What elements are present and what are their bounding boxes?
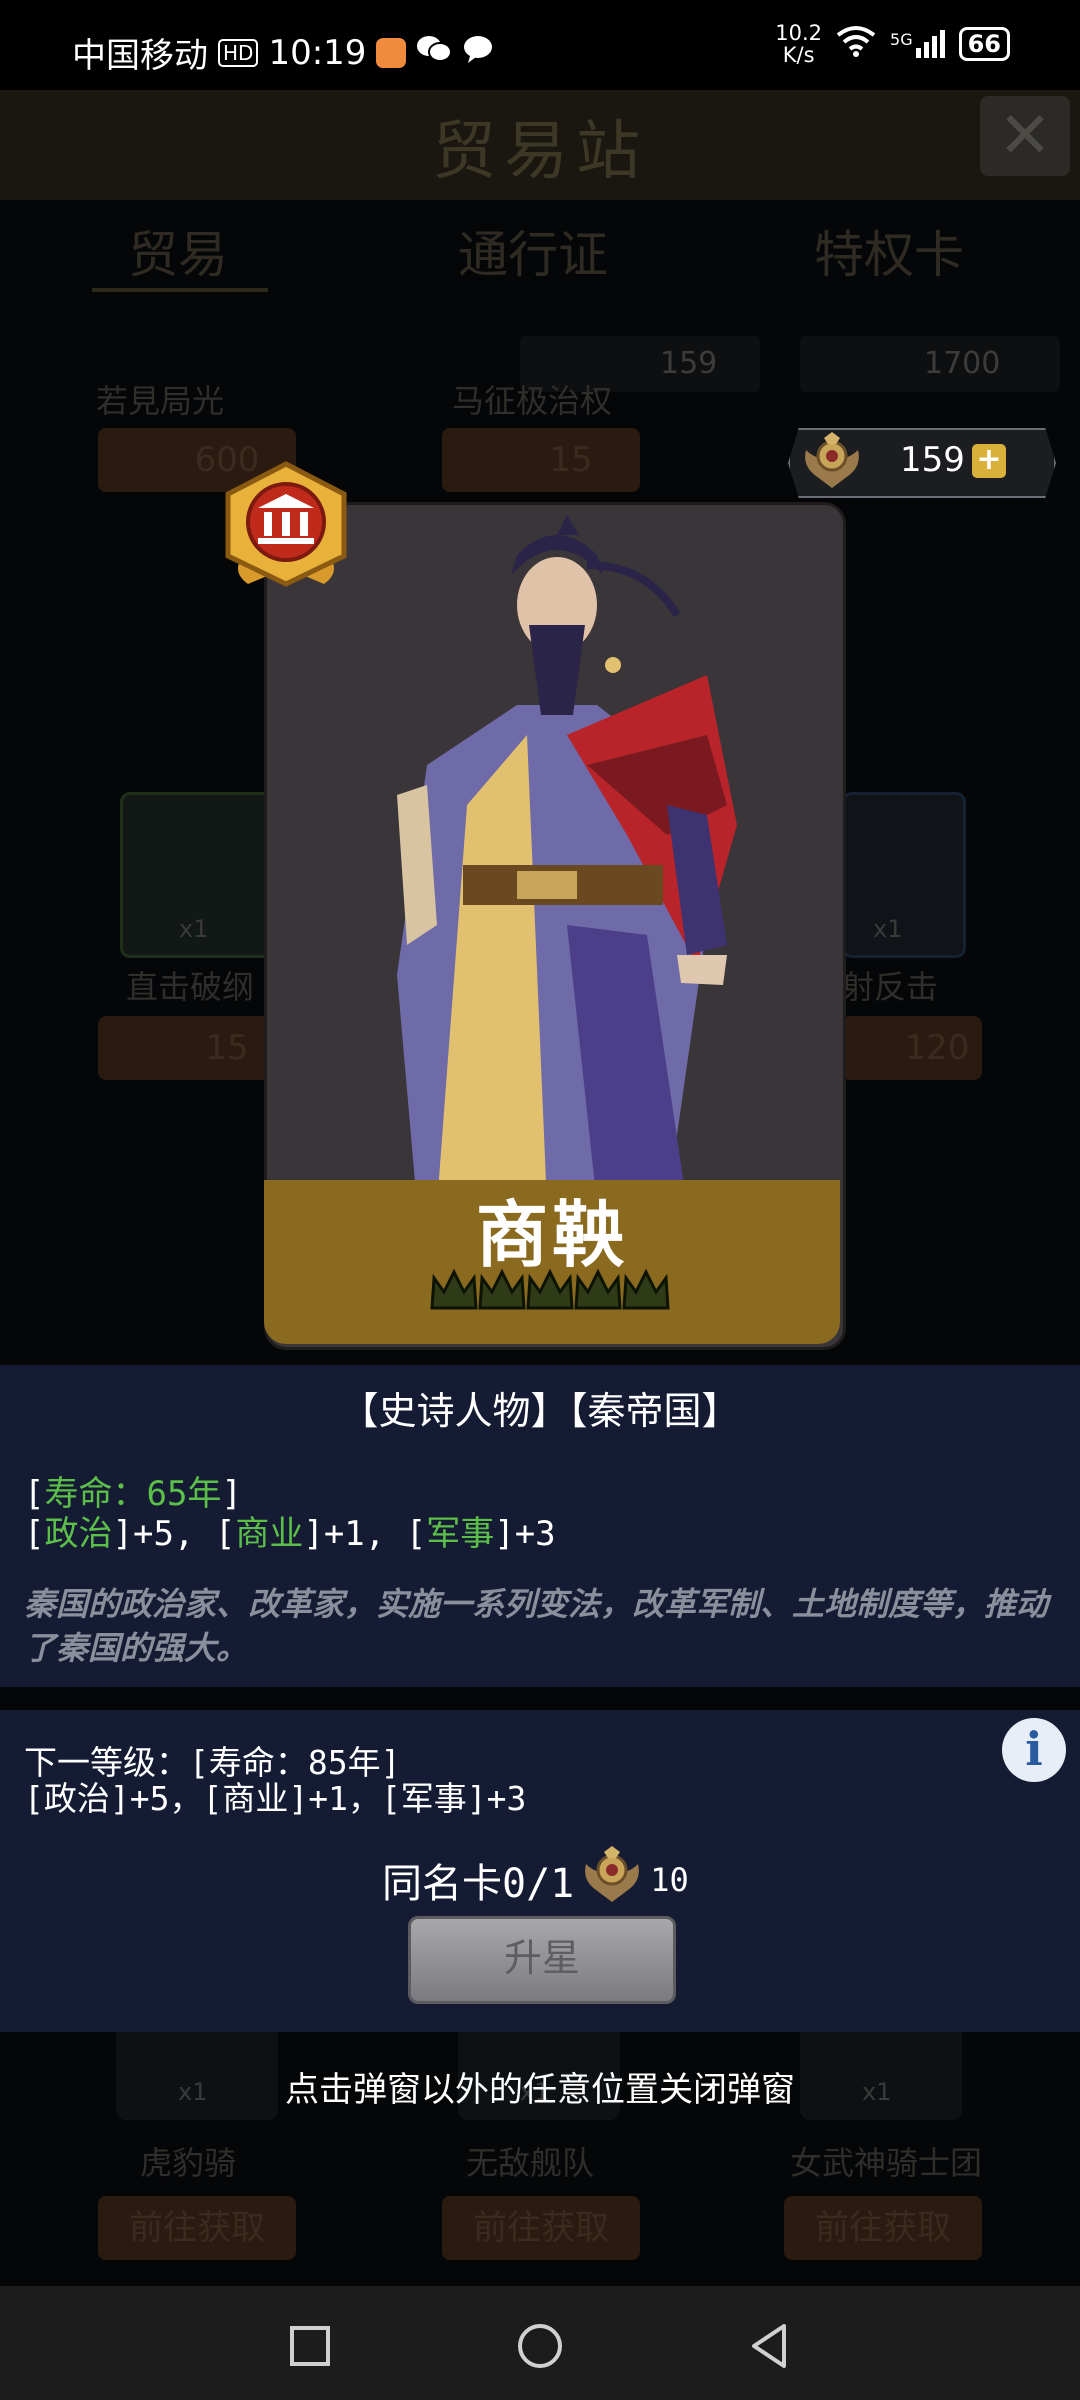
upgrade-star-button[interactable]: 升星	[408, 1916, 676, 2004]
back-button[interactable]	[740, 2316, 800, 2376]
bg-item-label: 若見局光	[96, 382, 225, 420]
character-description: 秦国的政治家、改革家，实施一系列变法，改革军制、土地制度等，推动了秦国的强大。	[24, 1585, 1049, 1667]
net-speed-value: 10.2	[775, 21, 823, 45]
character-name: 商鞅	[475, 1193, 628, 1277]
info-icon[interactable]: i	[1002, 1718, 1066, 1782]
bg-tab-pass[interactable]: 通行证	[458, 215, 608, 287]
bg-tab-underline	[92, 288, 268, 292]
wechat-icon	[416, 33, 453, 73]
net-speed-unit: K/s	[782, 43, 815, 67]
crown-star-icon	[478, 1268, 526, 1310]
attr-politics: 政治	[44, 1514, 113, 1554]
bg-item-price: 15	[549, 440, 593, 480]
museum-building-icon	[218, 460, 354, 590]
same-card-label: 同名卡0/1	[382, 1861, 575, 1907]
status-bar-right: 10.2 K/s 5G 66	[775, 22, 1010, 66]
hd-badge: HD	[218, 38, 259, 67]
bg-item-price: 15	[205, 1028, 249, 1068]
attr-military-value: +3	[514, 1514, 556, 1554]
bg-item-label: 马征极治权	[452, 382, 613, 420]
bg-item-label: 虎豹骑	[140, 2144, 237, 2182]
circle-icon	[518, 2324, 562, 2368]
bg-item-label: 女武神骑士团	[790, 2144, 983, 2182]
bg-get-button[interactable]: 前往获取	[98, 2196, 296, 2260]
currency-value: 159	[900, 440, 965, 480]
add-currency-button[interactable]: +	[972, 444, 1006, 478]
bg-item-label: 直击破纲	[126, 968, 255, 1006]
triangle-back-icon	[752, 2324, 786, 2368]
app-notification-icon	[376, 37, 407, 68]
signal-label: 5G	[890, 30, 913, 49]
plus-icon: +	[976, 442, 1002, 477]
attr-commerce: 商业	[235, 1514, 304, 1554]
next-level-attributes: [政治]+5，[商业]+1，[军事]+3	[24, 1779, 527, 1818]
bg-currency-value-1: 159	[660, 346, 718, 381]
bg-get-button[interactable]: 前往获取	[442, 2196, 640, 2260]
wifi-icon	[836, 25, 876, 63]
bg-item-card: x1	[120, 792, 276, 958]
recent-apps-button[interactable]	[280, 2316, 340, 2376]
crown-star-icon	[574, 1268, 622, 1310]
bg-close-button[interactable]: ✕	[980, 96, 1070, 176]
close-hint: 点击弹窗以外的任意位置关闭弹窗	[285, 2070, 795, 2110]
close-icon: ✕	[998, 99, 1052, 173]
cellular-signal-icon: 5G	[890, 30, 945, 58]
bg-item-price-button[interactable]: 15	[442, 428, 640, 492]
home-button[interactable]	[510, 2316, 570, 2376]
attr-military: 军事	[426, 1514, 495, 1554]
upgrade-cost: 10	[650, 1861, 689, 1899]
status-bar-left: 中国移动 HD 10:19	[72, 28, 494, 77]
bg-tab-trade[interactable]: 贸易	[128, 215, 228, 287]
same-card-requirement: 同名卡0/1 10	[382, 1844, 689, 1916]
bg-item-price: 120	[904, 1028, 970, 1068]
emblem-icon	[800, 430, 864, 496]
bg-item-count: x1	[179, 915, 209, 943]
bg-item-label: 无敌舰队	[466, 2144, 595, 2182]
square-icon	[290, 2326, 330, 2366]
bg-currency-pill-2: 1700	[800, 336, 1060, 392]
attr-politics-value: +5,	[132, 1514, 195, 1554]
crown-star-icon	[526, 1268, 574, 1310]
bg-item-price-button[interactable]: 120	[842, 1016, 982, 1080]
crown-star-icon	[430, 1268, 478, 1310]
bg-item-card: x1	[842, 792, 966, 958]
crown-star-icon	[622, 1268, 670, 1310]
bg-tab-privilege[interactable]: 特权卡	[814, 215, 964, 287]
message-icon	[462, 33, 494, 73]
attr-commerce-value: +1,	[323, 1514, 386, 1554]
carrier-label: 中国移动	[72, 36, 208, 76]
bg-item-count: x1	[873, 915, 903, 943]
bg-get-button[interactable]: 前往获取	[784, 2196, 982, 2260]
net-speed: 10.2 K/s	[775, 22, 822, 66]
attributes-line: [政治]+5, [商业]+1, [军事]+3	[24, 1514, 556, 1554]
battery-indicator: 66	[958, 27, 1010, 61]
character-portrait	[267, 505, 843, 1205]
bg-currency-value-2: 1700	[924, 346, 1001, 381]
star-rating	[430, 1268, 670, 1312]
clock: 10:19	[268, 32, 367, 73]
emblem-icon	[580, 1844, 644, 1916]
character-tags: 【史诗人物】【秦帝国】	[340, 1389, 740, 1433]
bg-page-title: 贸易站	[432, 115, 648, 189]
bg-item-label: 射反击	[842, 968, 939, 1006]
